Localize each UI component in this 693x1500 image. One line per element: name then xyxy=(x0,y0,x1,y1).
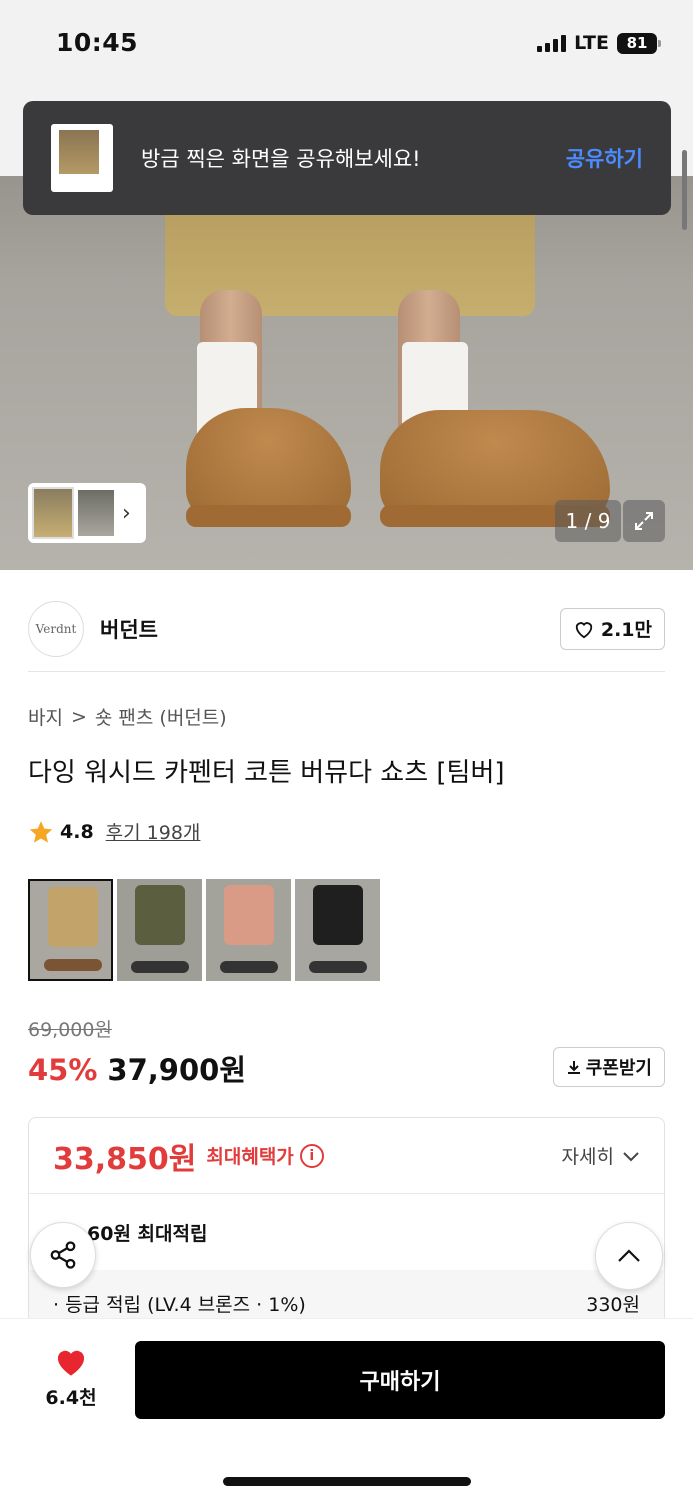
max-benefit-label: 최대혜택가 xyxy=(206,1146,294,1168)
gallery-counter: 1 / 9 xyxy=(555,500,621,542)
status-bar: 10:45 LTE 81 xyxy=(0,0,693,90)
scrollbar[interactable] xyxy=(682,150,687,230)
swatch-shorts xyxy=(48,887,98,947)
status-indicators: LTE 81 xyxy=(537,32,661,54)
scroll-top-button[interactable] xyxy=(595,1222,663,1290)
color-swatch-pink[interactable] xyxy=(206,879,291,981)
brand-row[interactable]: Verdnt 버던트 2.1만 xyxy=(28,586,665,672)
swatch-shoes xyxy=(220,961,278,973)
heart-filled-icon xyxy=(57,1350,85,1376)
chevron-right-icon[interactable]: › xyxy=(122,501,131,526)
breadcrumb-separator: > xyxy=(70,705,87,728)
color-options xyxy=(28,879,380,981)
grade-points-value: 330원 xyxy=(586,1293,640,1316)
brand-logo[interactable]: Verdnt xyxy=(28,600,84,657)
share-toast: 방금 찍은 화면을 공유해보세요! 공유하기 xyxy=(23,101,671,215)
star-icon xyxy=(29,820,53,843)
rating-row: 4.8 후기 198개 xyxy=(28,818,200,845)
brand-like-button[interactable]: 2.1만 xyxy=(559,607,665,650)
breadcrumb: 바지 > 숏 팬츠 (버던트) xyxy=(28,703,227,730)
original-price: 69,000원 xyxy=(28,1019,112,1041)
share-button[interactable] xyxy=(30,1222,96,1288)
info-icon[interactable]: i xyxy=(299,1143,324,1168)
home-indicator[interactable] xyxy=(223,1477,471,1486)
swatch-shoes xyxy=(44,959,102,971)
max-benefit-price: 33,850원 xyxy=(53,1141,197,1177)
breadcrumb-subcategory[interactable]: 숏 팬츠 (버던트) xyxy=(95,703,227,730)
toast-screenshot-thumbnail xyxy=(51,124,113,192)
brand-like-count: 2.1만 xyxy=(600,619,652,641)
color-swatch-black[interactable] xyxy=(295,879,380,981)
breadcrumb-category[interactable]: 바지 xyxy=(28,703,63,730)
network-label: LTE xyxy=(574,32,609,54)
hero-shoe-left xyxy=(186,408,351,520)
gallery-thumb-2[interactable] xyxy=(78,490,114,536)
chevron-down-icon xyxy=(623,1151,639,1161)
hero-sole-left xyxy=(186,505,351,527)
max-benefit-box: 33,850원 최대혜택가 i 자세히 60원 최대적립 · 등급 적립 (LV… xyxy=(28,1117,665,1337)
swatch-shoes xyxy=(309,961,367,973)
grade-points-label: · 등급 적립 (LV.4 브론즈 · 1%) xyxy=(53,1293,306,1316)
toast-share-button[interactable]: 공유하기 xyxy=(566,143,643,173)
wishlist-count: 6.4천 xyxy=(45,1387,97,1409)
benefit-header[interactable]: 33,850원 최대혜택가 i 자세히 xyxy=(29,1118,664,1194)
status-time: 10:45 xyxy=(56,28,139,57)
product-title: 다잉 워시드 카펜터 코튼 버뮤다 쇼츠 [팀버] xyxy=(28,758,505,788)
swatch-shorts xyxy=(135,885,185,945)
swatch-shorts xyxy=(313,885,363,945)
wishlist-button[interactable]: 6.4천 xyxy=(36,1345,106,1410)
download-icon xyxy=(567,1061,580,1074)
chevron-up-icon xyxy=(618,1249,640,1262)
points-line: 60원 최대적립 xyxy=(87,1222,208,1245)
signal-icon xyxy=(537,34,567,52)
swatch-shorts xyxy=(224,885,274,945)
expand-icon[interactable] xyxy=(623,500,665,542)
heart-outline-icon xyxy=(575,621,593,638)
toast-message: 방금 찍은 화면을 공유해보세요! xyxy=(141,147,421,171)
gallery-thumbnail-strip[interactable]: › xyxy=(28,483,146,543)
brand-name[interactable]: 버던트 xyxy=(100,614,560,644)
share-icon xyxy=(50,1241,76,1269)
battery-icon: 81 xyxy=(617,32,661,54)
rating-score: 4.8 xyxy=(60,820,94,843)
swatch-shoes xyxy=(131,961,189,973)
gallery-thumb-1[interactable] xyxy=(32,487,74,539)
price-row: 45% 37,900원 xyxy=(28,1047,246,1089)
coupon-download-button[interactable]: 쿠폰받기 xyxy=(552,1047,665,1087)
review-count-link[interactable]: 후기 198개 xyxy=(106,818,201,845)
coupon-label: 쿠폰받기 xyxy=(585,1058,652,1079)
benefit-detail-toggle[interactable]: 자세히 xyxy=(562,1142,640,1169)
color-swatch-khaki[interactable] xyxy=(117,879,202,981)
bottom-action-bar: 6.4천 구매하기 xyxy=(0,1318,693,1500)
discount-rate: 45% xyxy=(28,1053,98,1087)
buy-button[interactable]: 구매하기 xyxy=(135,1341,665,1419)
color-swatch-timber[interactable] xyxy=(28,879,113,981)
benefit-detail-label: 자세히 xyxy=(561,1146,614,1168)
sale-price: 37,900원 xyxy=(107,1053,247,1087)
